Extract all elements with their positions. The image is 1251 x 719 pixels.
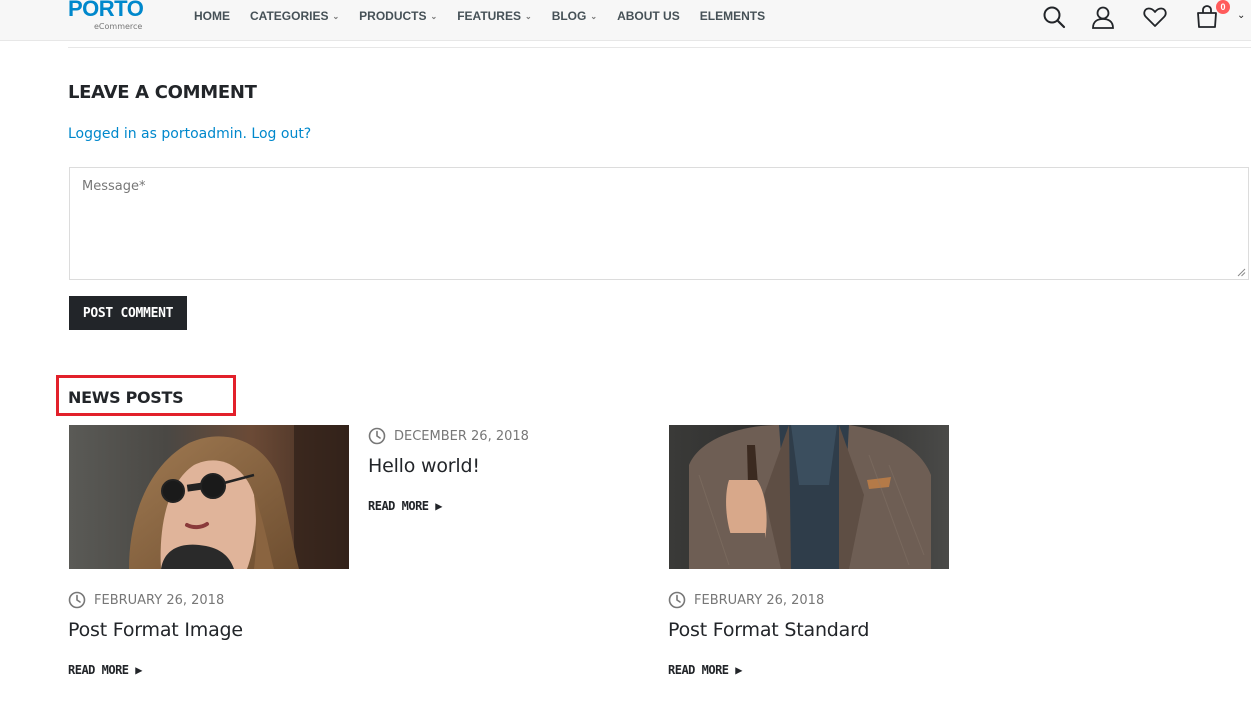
comment-heading: LEAVE A COMMENT: [68, 82, 257, 103]
logo-subtitle: eCommerce: [94, 22, 143, 31]
clock-icon: [68, 591, 86, 609]
nav-home[interactable]: HOME: [194, 9, 230, 23]
read-more-link[interactable]: READ MORE ▶: [368, 499, 442, 513]
post-image-woman-sunglasses: [69, 425, 349, 569]
nav-about-us[interactable]: ABOUT US: [617, 9, 680, 23]
post-date: FEBRUARY 26, 2018: [68, 591, 224, 609]
divider: [68, 47, 1251, 48]
chevron-down-icon: ⌄: [524, 11, 532, 21]
read-more-link[interactable]: READ MORE ▶: [68, 663, 142, 677]
read-more-link[interactable]: READ MORE ▶: [668, 663, 742, 677]
nav-elements-label: ELEMENTS: [699, 9, 766, 23]
site-logo[interactable]: PORTO eCommerce: [68, 0, 148, 36]
nav-categories-label: CATEGORIES: [250, 9, 329, 23]
nav-elements[interactable]: ELEMENTS: [700, 9, 765, 23]
chevron-down-icon: ⌄: [332, 11, 340, 21]
message-textarea[interactable]: Message*: [69, 167, 1249, 280]
chevron-down-icon: ⌄: [590, 11, 598, 21]
logo-text: PORTO: [68, 0, 144, 21]
post-date-text: DECEMBER 26, 2018: [394, 428, 529, 444]
resize-grip-icon[interactable]: [1237, 268, 1246, 277]
post-title[interactable]: Post Format Standard: [668, 619, 869, 641]
post-title[interactable]: Hello world!: [368, 455, 480, 477]
nav-blog[interactable]: BLOG ⌄: [552, 9, 597, 23]
chevron-down-icon[interactable]: ⌄: [1237, 10, 1245, 21]
cart-count-badge: 0: [1216, 0, 1230, 14]
nav-categories[interactable]: CATEGORIES ⌄: [250, 9, 339, 23]
post-date-text: FEBRUARY 26, 2018: [94, 592, 225, 608]
post-date: FEBRUARY 26, 2018: [668, 591, 824, 609]
nav-home-label: HOME: [194, 9, 230, 23]
nav-blog-label: BLOG: [551, 9, 587, 23]
clock-icon: [668, 591, 686, 609]
post-date: DECEMBER 26, 2018: [368, 427, 529, 445]
post-image-man-tweed-jacket: [669, 425, 949, 569]
post-title[interactable]: Post Format Image: [68, 619, 243, 641]
search-icon[interactable]: [1041, 4, 1067, 30]
nav-products-label: PRODUCTS: [359, 9, 427, 23]
message-placeholder: Message*: [82, 179, 146, 194]
post-thumbnail[interactable]: [69, 425, 349, 569]
clock-icon: [368, 427, 386, 445]
post-date-text: FEBRUARY 26, 2018: [694, 592, 825, 608]
heart-icon[interactable]: [1142, 4, 1168, 30]
logout-link[interactable]: Log out?: [251, 126, 311, 142]
nav-products[interactable]: PRODUCTS ⌄: [359, 9, 437, 23]
nav-features[interactable]: FEATURES ⌄: [457, 9, 531, 23]
news-posts-heading: NEWS POSTS: [68, 388, 184, 407]
post-comment-button[interactable]: POST COMMENT: [69, 296, 187, 330]
nav-about-us-label: ABOUT US: [617, 9, 680, 23]
user-icon[interactable]: [1090, 4, 1116, 30]
site-header: PORTO eCommerce HOME CATEGORIES ⌄ PRODUCT…: [0, 0, 1251, 41]
logged-in-line: Logged in as portoadmin. Log out?: [68, 126, 311, 142]
post-thumbnail[interactable]: [669, 425, 949, 569]
logged-in-user-link[interactable]: Logged in as portoadmin.: [68, 126, 247, 142]
main-nav: HOME CATEGORIES ⌄ PRODUCTS ⌄ FEATURES ⌄ BLO…: [194, 0, 785, 32]
chevron-down-icon: ⌄: [430, 11, 438, 21]
nav-features-label: FEATURES: [457, 9, 521, 23]
